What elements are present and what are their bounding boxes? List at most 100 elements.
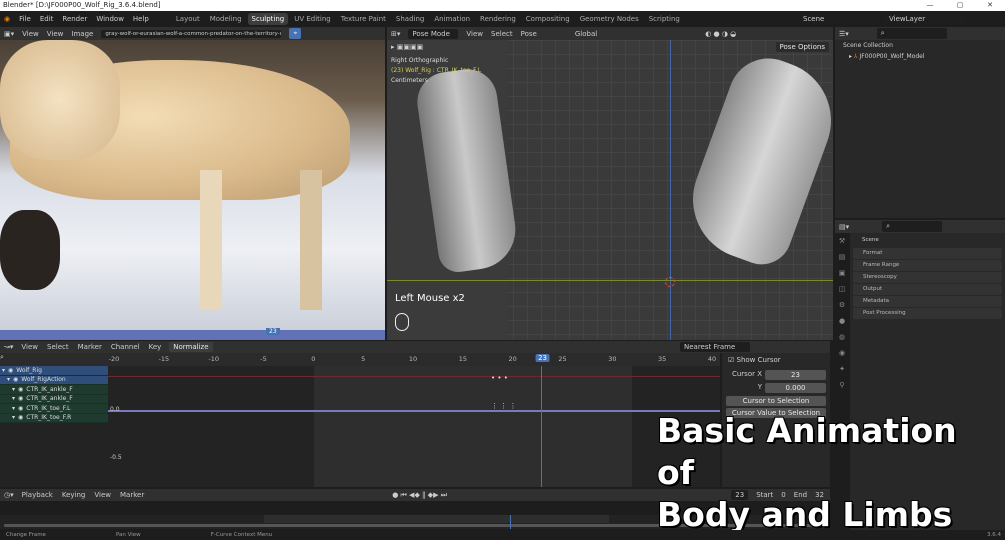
- minimize-button[interactable]: —: [915, 0, 945, 11]
- eye-icon[interactable]: ◉: [18, 386, 23, 393]
- channel-row[interactable]: ▾ ◉ CTR_IK_ankle_F: [0, 385, 108, 395]
- expand-icon[interactable]: ▾: [12, 386, 15, 393]
- menu-render[interactable]: Render: [62, 15, 87, 23]
- menu-select[interactable]: Select: [47, 343, 69, 351]
- editor-type-icon[interactable]: ▣▾: [4, 30, 14, 38]
- cursor-x-label: Cursor X: [731, 370, 762, 378]
- scene-collection[interactable]: Scene Collection: [835, 40, 1005, 51]
- channel-row[interactable]: ▾ ◉ Wolf_RigAction: [0, 375, 108, 385]
- menu-marker[interactable]: Marker: [78, 343, 102, 351]
- channel-search[interactable]: ⌕: [0, 353, 108, 366]
- eye-icon[interactable]: ◉: [13, 376, 18, 383]
- panel-post-processing[interactable]: Post Processing: [853, 308, 1002, 319]
- menu-edit[interactable]: Edit: [40, 15, 54, 23]
- pose-options-button[interactable]: Pose Options: [775, 42, 829, 52]
- blender-logo-icon[interactable]: ◉: [4, 15, 10, 23]
- eye-icon[interactable]: ◉: [18, 414, 23, 421]
- show-cursor-checkbox[interactable]: ☑ Show Cursor: [722, 353, 830, 367]
- properties-tabs[interactable]: ⚒ ▤ ▣ ◫ ⚙ ● ◍ ◉ ✦ ⚲: [835, 233, 849, 423]
- panel-metadata[interactable]: Metadata: [853, 296, 1002, 307]
- current-frame-indicator[interactable]: 23: [535, 354, 551, 362]
- panel-format[interactable]: Format: [853, 248, 1002, 259]
- expand-icon[interactable]: ▾: [7, 376, 10, 383]
- channel-row[interactable]: ▾ ◉ Wolf_Rig: [0, 366, 108, 376]
- tab-layout[interactable]: Layout: [172, 13, 204, 25]
- panel-stereoscopy[interactable]: Stereoscopy: [853, 272, 1002, 283]
- panel-output[interactable]: Output: [853, 284, 1002, 295]
- tab-geometry-nodes[interactable]: Geometry Nodes: [576, 13, 643, 25]
- eye-icon[interactable]: ◉: [8, 367, 13, 374]
- tab-shading[interactable]: Shading: [392, 13, 428, 25]
- menu-view[interactable]: View: [94, 491, 111, 499]
- menu-window[interactable]: Window: [96, 15, 124, 23]
- 3d-viewport[interactable]: ▸ ▣▣▣▣ Right Orthographic (23) Wolf_Rig …: [387, 40, 833, 340]
- tab-scripting[interactable]: Scripting: [645, 13, 684, 25]
- editor-type-icon[interactable]: ↝▾: [4, 343, 13, 351]
- units-info: Centimeters: [391, 77, 428, 84]
- normalize-toggle[interactable]: Normalize: [169, 342, 213, 352]
- playback-controls[interactable]: ● ⏮ ◀◆ ‖ ◆▶ ⏭: [392, 491, 447, 500]
- outliner-item[interactable]: ▸ ⅄ JF000P00_Wolf_Model: [835, 51, 1005, 62]
- outliner-search[interactable]: ⌕: [876, 28, 947, 39]
- keyframe-dots[interactable]: ⋮ ⋮ ⋮: [491, 403, 516, 410]
- menu-view[interactable]: View: [466, 30, 483, 38]
- channel-label: CTR_IK_toe_F.R: [26, 414, 72, 422]
- expand-icon[interactable]: ▾: [12, 414, 15, 421]
- image-name-field[interactable]: gray-wolf-or-eurasian-wolf-a-common-pred…: [101, 29, 282, 38]
- viewlayer-selector[interactable]: ViewLayer: [885, 14, 965, 24]
- tab-modeling[interactable]: Modeling: [206, 13, 246, 25]
- pose-toolbar-icons[interactable]: ▸ ▣▣▣▣: [391, 43, 423, 51]
- menu-help[interactable]: Help: [133, 15, 149, 23]
- object-info: (23) Wolf_Rig : CTR_IK_toe_F.L: [391, 67, 481, 74]
- expand-icon[interactable]: ▾: [2, 367, 5, 374]
- editor-type-icon[interactable]: ☰▾: [839, 30, 849, 38]
- channel-row[interactable]: ▾ ◉ CTR_IK_toe_F.R: [0, 413, 108, 423]
- menu-keying[interactable]: Keying: [62, 491, 86, 499]
- editor-type-icon[interactable]: ⊞▾: [391, 30, 400, 38]
- menu-key[interactable]: Key: [149, 343, 162, 351]
- menu-select[interactable]: Select: [491, 30, 513, 38]
- keyframe-dots[interactable]: • • •: [491, 374, 508, 382]
- pin-icon[interactable]: ⌖: [289, 28, 302, 39]
- tab-sculpting[interactable]: Sculpting: [247, 13, 289, 25]
- menu-view[interactable]: View: [21, 343, 38, 351]
- menu-view-2[interactable]: View: [47, 30, 64, 38]
- channel-row[interactable]: ▾ ◉ CTR_IK_ankle_F: [0, 394, 108, 404]
- status-item: Pan View: [115, 532, 141, 538]
- menu-pose[interactable]: Pose: [521, 30, 537, 38]
- menu-image[interactable]: Image: [71, 30, 93, 38]
- expand-icon[interactable]: ▾: [12, 405, 15, 412]
- ruler-tick: -10: [208, 355, 219, 363]
- menu-channel[interactable]: Channel: [111, 343, 140, 351]
- cursor-to-selection-button[interactable]: Cursor to Selection: [726, 396, 826, 406]
- cursor-y-field[interactable]: 0.000: [765, 383, 826, 393]
- menu-file[interactable]: File: [19, 15, 31, 23]
- eye-icon[interactable]: ◉: [18, 405, 23, 412]
- tab-animation[interactable]: Animation: [430, 13, 474, 25]
- expand-icon[interactable]: ▾: [12, 395, 15, 402]
- scene-selector[interactable]: Scene: [799, 14, 879, 24]
- tab-rendering[interactable]: Rendering: [476, 13, 520, 25]
- shading-icons[interactable]: ◐ ● ◑ ◒: [705, 30, 736, 38]
- properties-search[interactable]: ⌕: [882, 221, 943, 232]
- menu-view[interactable]: View: [22, 30, 39, 38]
- editor-type-icon[interactable]: ▤▾: [839, 223, 849, 231]
- close-button[interactable]: ✕: [975, 0, 1005, 11]
- tab-compositing[interactable]: Compositing: [522, 13, 574, 25]
- viewport-header: ⊞▾ Pose Mode View Select Pose Global ◐ ●…: [387, 27, 833, 40]
- menu-playback[interactable]: Playback: [22, 491, 53, 499]
- tab-uv-editing[interactable]: UV Editing: [290, 13, 335, 25]
- maximize-button[interactable]: ▢: [945, 0, 975, 11]
- orientation-selector[interactable]: Global: [575, 30, 597, 38]
- graph-area[interactable]: 0.0 -0.5 • • • ⋮ ⋮ ⋮: [108, 366, 720, 487]
- snap-selector[interactable]: Nearest Frame: [680, 342, 750, 352]
- tab-texture-paint[interactable]: Texture Paint: [337, 13, 390, 25]
- editor-type-icon[interactable]: ◷▾: [4, 491, 14, 499]
- graph-ruler[interactable]: -20 -15 -10 -5 0 5 10 15 20 25 30 35 40 23: [108, 353, 720, 366]
- panel-frame-range[interactable]: Frame Range: [853, 260, 1002, 271]
- mode-selector[interactable]: Pose Mode: [408, 28, 459, 39]
- cursor-x-field[interactable]: 23: [765, 370, 826, 380]
- menu-marker[interactable]: Marker: [120, 491, 144, 499]
- eye-icon[interactable]: ◉: [18, 395, 23, 402]
- channel-row[interactable]: ▾ ◉ CTR_IK_toe_F.L: [0, 404, 108, 414]
